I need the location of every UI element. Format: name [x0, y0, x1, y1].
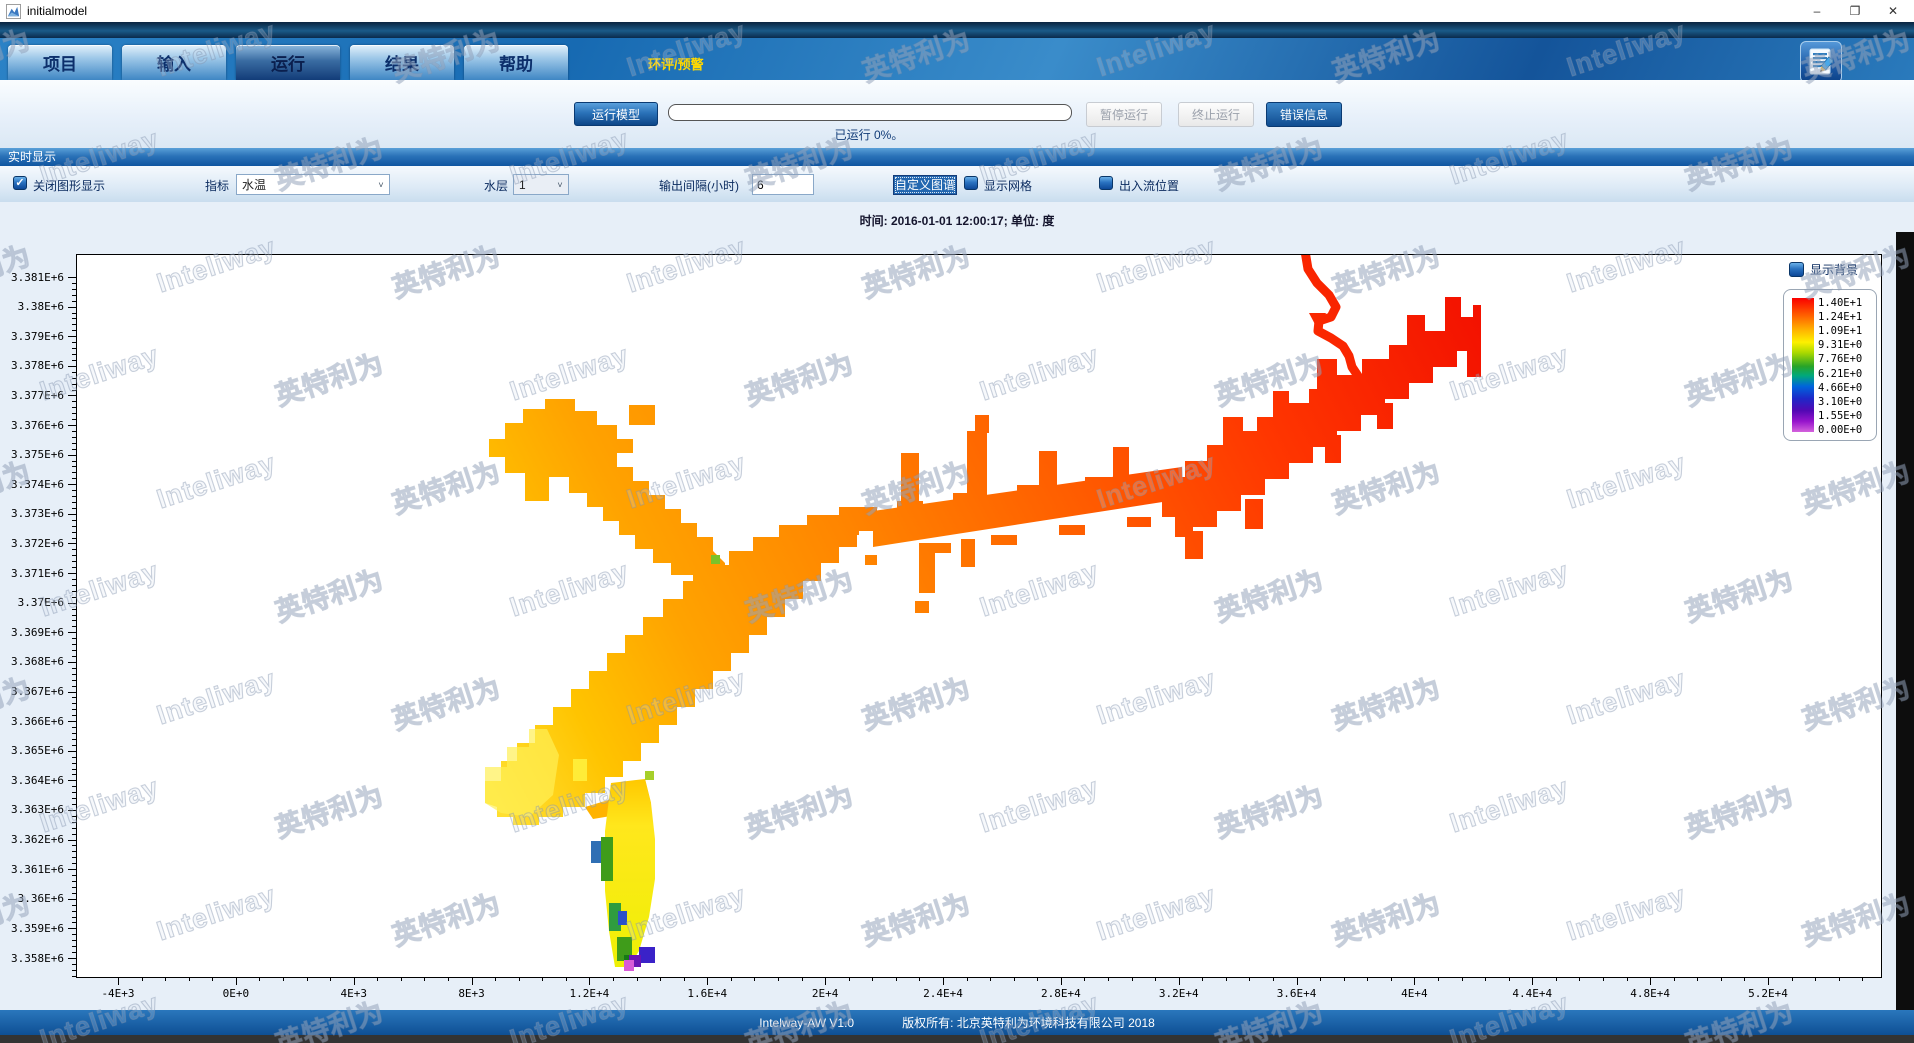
- window-title: initialmodel: [27, 4, 87, 18]
- show-grid-label: 显示网格: [984, 177, 1032, 194]
- restore-button[interactable]: ❐: [1836, 0, 1874, 22]
- show-background-checkbox[interactable]: [1789, 262, 1804, 277]
- realtime-controls: ✓ 关闭图形显示 指标 水温 ˅ 水层 1 ˅ 输出间隔(小时) 自定义图谱 显…: [0, 166, 1914, 202]
- tab-运行[interactable]: 运行: [236, 45, 340, 80]
- indicator-value: 水温: [237, 176, 373, 193]
- close-graph-checkbox[interactable]: ✓: [13, 176, 27, 190]
- custom-palette-button[interactable]: 自定义图谱: [893, 175, 957, 195]
- document-pencil-icon: [1806, 47, 1836, 77]
- run-toolbar: 运行模型 已运行 0%。 暂停运行 终止运行 错误信息: [0, 80, 1914, 148]
- inout-flow-label: 出入流位置: [1119, 177, 1179, 194]
- x-axis-ticks: [76, 977, 1880, 985]
- x-axis-labels: -4E+30E+04E+38E+31.2E+41.6E+42E+42.4E+42…: [76, 987, 1880, 1003]
- colorbar-values: 1.40E+11.24E+11.09E+19.31E+07.76E+06.21E…: [1818, 298, 1872, 436]
- layer-value: 1: [514, 178, 552, 192]
- progress-caption: 已运行 0%。: [668, 126, 1070, 143]
- tab-结果[interactable]: 结果: [350, 45, 454, 80]
- inout-flow-checkbox[interactable]: [1099, 176, 1113, 190]
- check-icon: ✓: [14, 177, 26, 189]
- app-icon: [6, 4, 21, 19]
- interval-input[interactable]: [752, 174, 814, 195]
- menu-bar: 项目输入运行结果帮助 环评/预警: [0, 38, 1914, 80]
- env-warning-link[interactable]: 环评/预警: [648, 54, 704, 73]
- app-version: Intelway-AW V1.0: [759, 1016, 854, 1030]
- layer-label: 水层: [484, 177, 508, 194]
- title-bar: initialmodel – ❐ ✕: [0, 0, 1914, 22]
- map-time-caption: 时间: 2016-01-01 12:00:17; 单位: 度: [0, 212, 1914, 229]
- close-graph-label: 关闭图形显示: [33, 177, 105, 194]
- tab-帮助[interactable]: 帮助: [464, 45, 568, 80]
- run-model-button[interactable]: 运行模型: [574, 102, 658, 126]
- water-temperature-map-plot[interactable]: 显示背景 1.40E+11.24E+11.09E+19.31E+07.76E+0…: [76, 254, 1882, 978]
- pause-run-button[interactable]: 暂停运行: [1086, 102, 1162, 127]
- window-right-shade: [1896, 232, 1914, 1012]
- progress-bar: [668, 104, 1072, 121]
- legend-row: 显示背景: [1789, 261, 1858, 278]
- indicator-label: 指标: [205, 177, 229, 194]
- realtime-section-title: 实时显示: [8, 150, 56, 164]
- chevron-down-icon: ˅: [552, 180, 568, 190]
- chevron-down-icon: ˅: [373, 180, 389, 190]
- water-temperature-map: [77, 255, 1881, 977]
- error-info-button[interactable]: 错误信息: [1266, 102, 1342, 127]
- show-grid-checkbox[interactable]: [964, 176, 978, 190]
- status-bar: Intelway-AW V1.0 版权所有: 北京英特利为环境科技有限公司 20…: [0, 1010, 1914, 1035]
- bottom-strip: [0, 1035, 1914, 1043]
- y-axis-labels: 3.381E+63.38E+63.379E+63.378E+63.377E+63…: [0, 254, 66, 976]
- realtime-section-header: 实时显示: [0, 148, 1914, 166]
- colorbar-gradient: [1792, 298, 1814, 432]
- show-background-label: 显示背景: [1810, 261, 1858, 278]
- minimize-button[interactable]: –: [1798, 0, 1836, 22]
- layer-select[interactable]: 1 ˅: [513, 174, 569, 195]
- tab-输入[interactable]: 输入: [122, 45, 226, 80]
- colorbar-legend: 1.40E+11.24E+11.09E+19.31E+07.76E+06.21E…: [1783, 289, 1877, 441]
- menu-tabs: 项目输入运行结果帮助: [0, 38, 1914, 80]
- window-controls: – ❐ ✕: [1798, 0, 1912, 22]
- report-document-icon[interactable]: [1800, 41, 1842, 83]
- indicator-select[interactable]: 水温 ˅: [236, 174, 390, 195]
- top-accent-bar: [0, 22, 1914, 38]
- copyright-text: 版权所有: 北京英特利为环境科技有限公司 2018: [902, 1014, 1155, 1031]
- y-axis-ticks: [68, 254, 76, 976]
- stop-run-button[interactable]: 终止运行: [1178, 102, 1254, 127]
- close-button[interactable]: ✕: [1874, 0, 1912, 22]
- interval-label: 输出间隔(小时): [659, 177, 739, 194]
- tab-项目[interactable]: 项目: [8, 45, 112, 80]
